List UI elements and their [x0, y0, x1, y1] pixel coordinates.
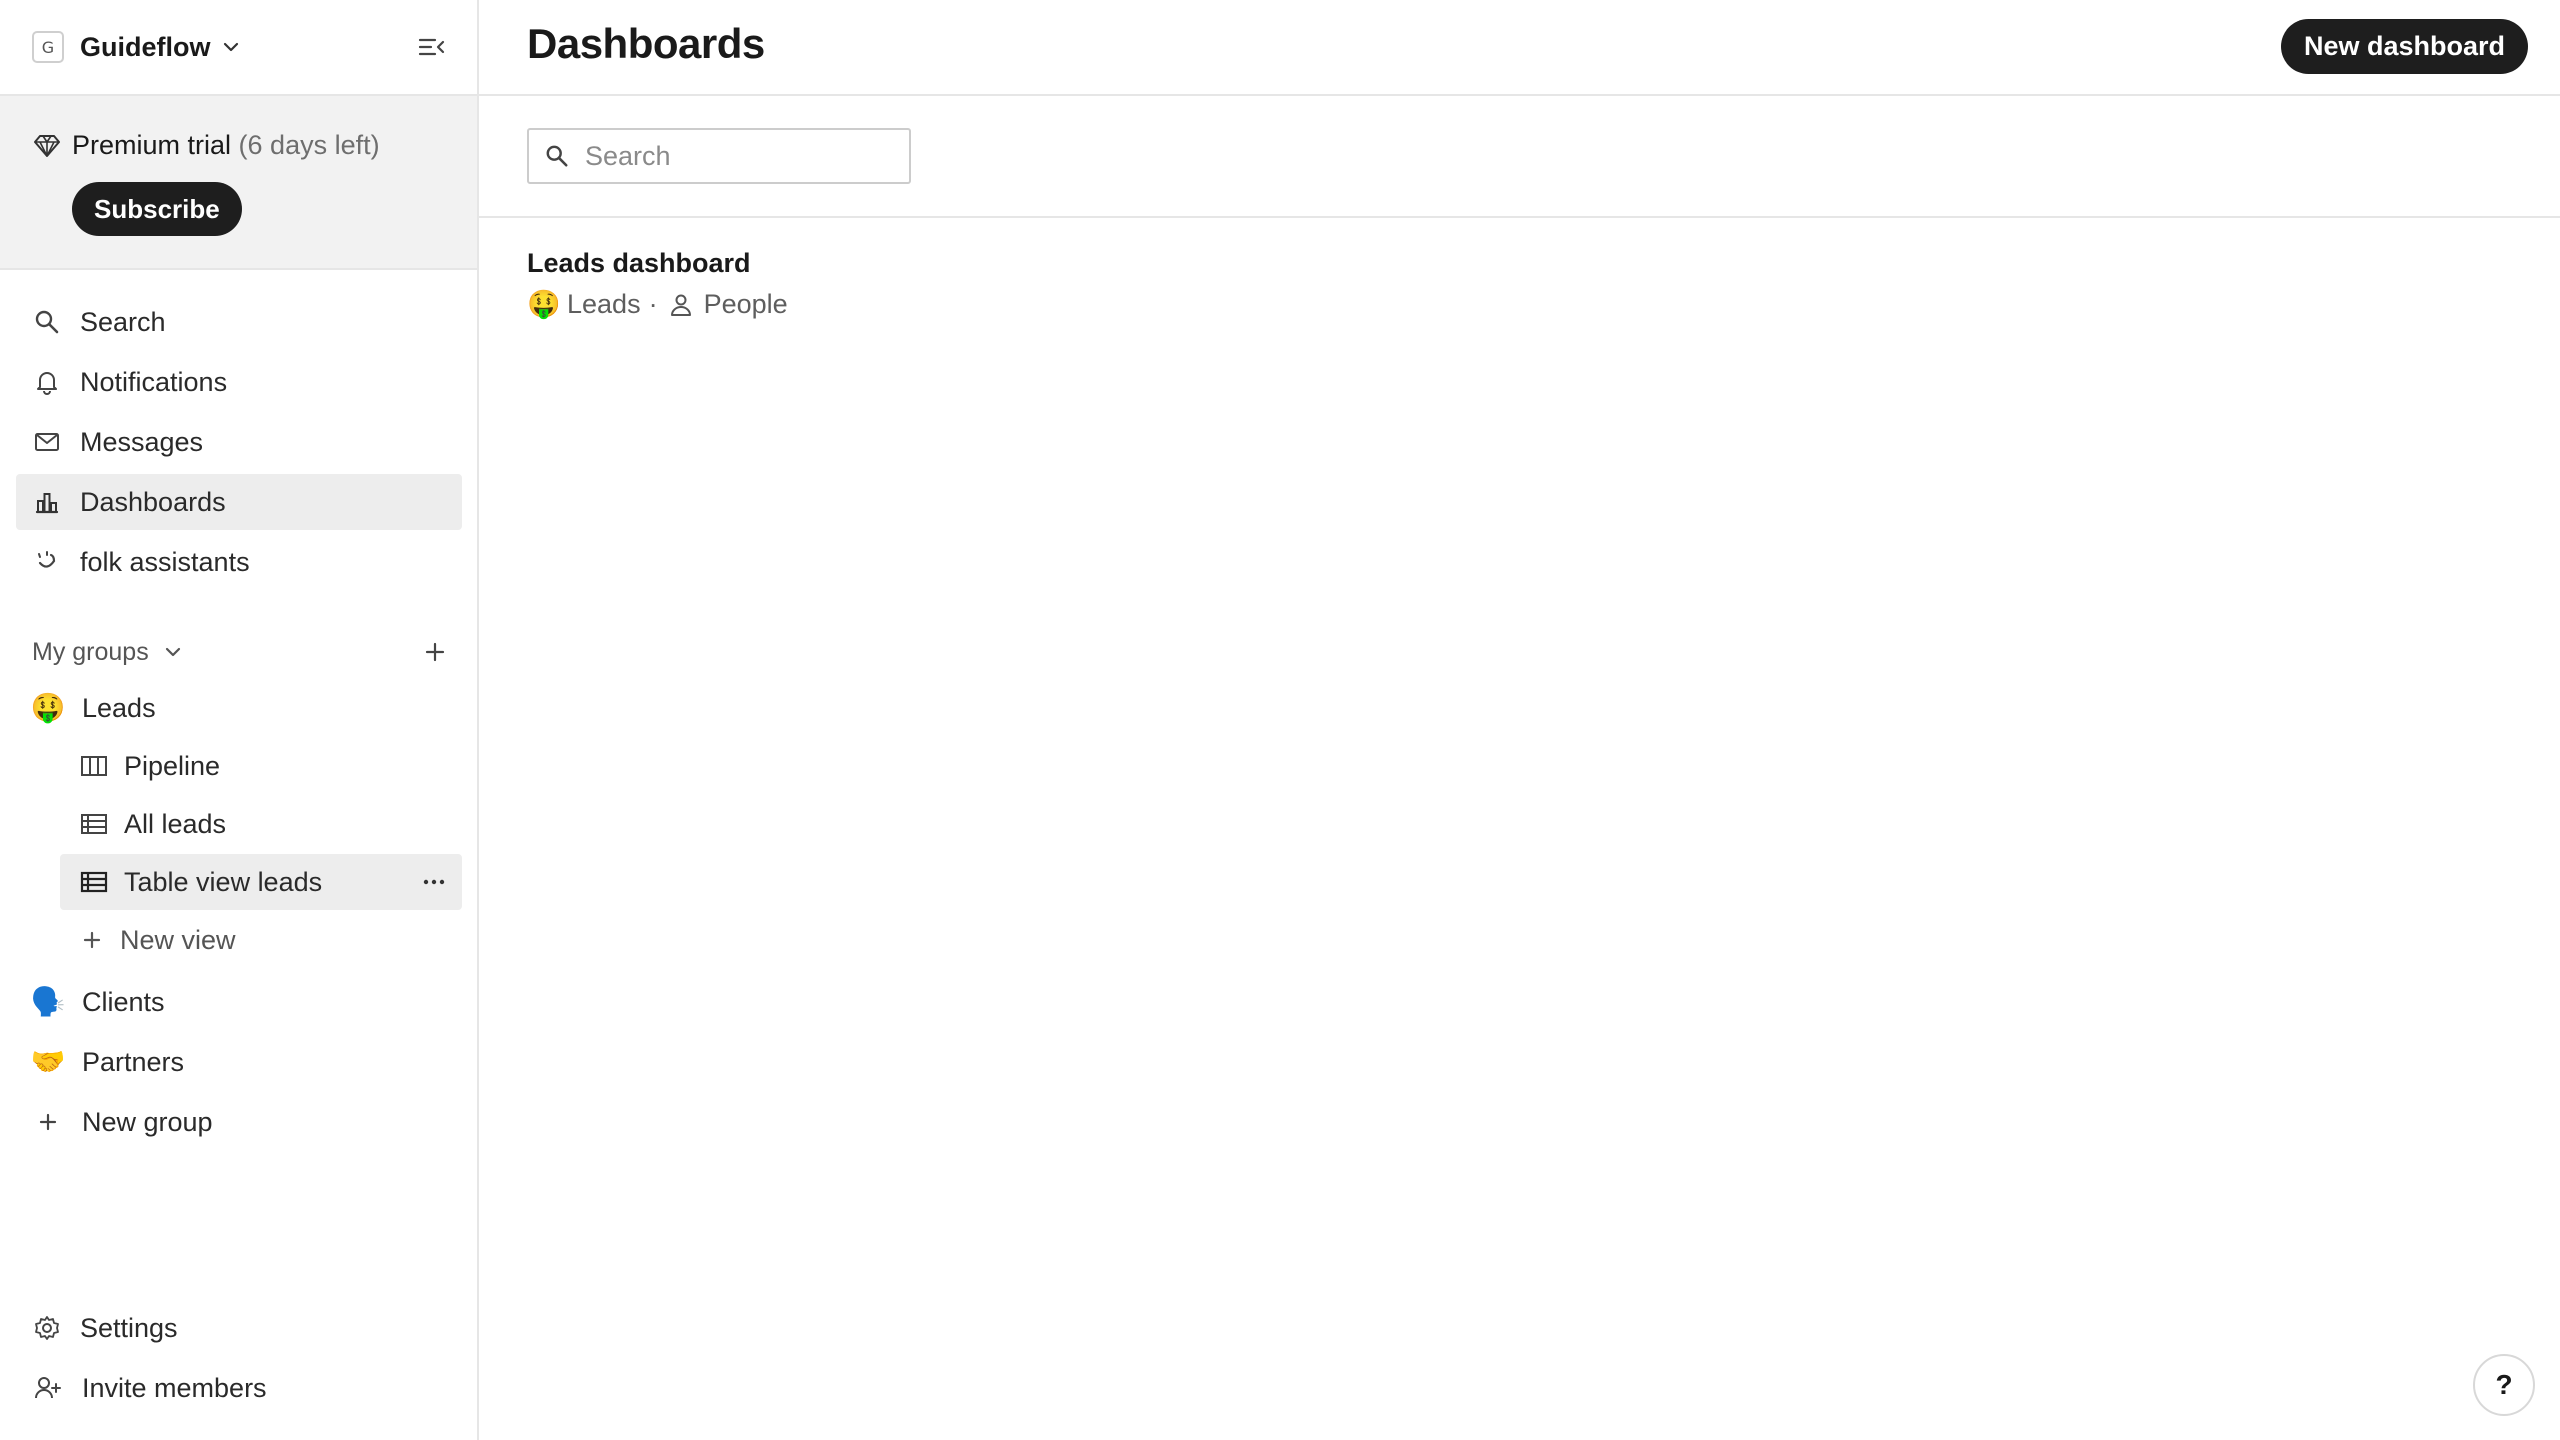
page-title: Dashboards [527, 20, 765, 67]
main-content: Dashboards New dashboard Leads dashboard… [479, 0, 2560, 1440]
nav-messages[interactable]: Messages [16, 414, 462, 470]
new-group-label: New group [82, 1106, 213, 1137]
nav-settings-label: Settings [80, 1312, 178, 1343]
mail-icon [34, 429, 60, 455]
premium-trial-banner: Premium trial (6 days left) Subscribe [0, 94, 477, 270]
nav-dashboards[interactable]: Dashboards [16, 474, 462, 530]
my-groups-header[interactable]: My groups [32, 632, 452, 672]
new-view-button[interactable]: New view [60, 912, 462, 968]
sidebar: G Guideflow Premium trial (6 days left) … [0, 0, 479, 1440]
gear-icon [34, 1315, 60, 1341]
search-toolbar [479, 96, 2560, 218]
new-group-button[interactable]: New group [16, 1094, 462, 1150]
view-table-view-leads-label: Table view leads [124, 866, 323, 897]
add-group-icon[interactable] [423, 640, 447, 664]
workspace-name: Guideflow [80, 31, 211, 62]
nav-dashboards-label: Dashboards [80, 486, 226, 517]
dashboard-group: Leads [567, 289, 641, 319]
view-all-leads-label: All leads [124, 808, 227, 839]
trial-days-left: (6 days left) [238, 130, 380, 160]
plus-icon [30, 1110, 66, 1134]
view-pipeline-label: Pipeline [124, 750, 221, 781]
group-leads-label: Leads [82, 692, 156, 723]
bell-icon [34, 369, 60, 395]
person-icon [670, 293, 692, 317]
workspace-logo: G [32, 31, 64, 63]
nav-messages-label: Messages [80, 426, 204, 457]
chevron-down-icon [221, 37, 241, 57]
search-icon [545, 144, 569, 168]
nav-search[interactable]: Search [16, 294, 462, 350]
group-partners[interactable]: 🤝 Partners [16, 1034, 462, 1090]
dashboard-object: People [703, 289, 788, 319]
nav-search-label: Search [80, 306, 166, 337]
plus-icon [80, 928, 104, 952]
handshake-emoji-icon: 🤝 [30, 1046, 66, 1077]
search-icon [34, 309, 60, 335]
group-leads[interactable]: 🤑 Leads [16, 680, 462, 736]
trial-status: Premium trial (6 days left) [72, 130, 380, 161]
dashboard-meta: 🤑 Leads · People [527, 289, 788, 320]
workspace-switcher[interactable]: G Guideflow [0, 0, 477, 94]
group-partners-label: Partners [82, 1046, 185, 1077]
nav-assistants[interactable]: folk assistants [16, 534, 462, 590]
assistant-icon [34, 549, 60, 575]
chevron-down-icon [163, 642, 183, 662]
my-groups-label: My groups [32, 637, 149, 666]
search-input[interactable] [585, 136, 905, 176]
nav-invite-members[interactable]: Invite members [16, 1360, 462, 1416]
view-table-view-leads[interactable]: Table view leads [60, 854, 462, 910]
subscribe-button[interactable]: Subscribe [72, 182, 242, 236]
trial-label: Premium trial [72, 130, 232, 160]
more-options-icon[interactable] [422, 872, 446, 892]
group-clients[interactable]: 🗣️ Clients [16, 974, 462, 1030]
nav-notifications[interactable]: Notifications [16, 354, 462, 410]
dashboard-title: Leads dashboard [527, 248, 751, 278]
nav-assistants-label: folk assistants [80, 546, 250, 577]
group-clients-label: Clients [82, 986, 165, 1017]
new-dashboard-button[interactable]: New dashboard [2280, 19, 2528, 74]
view-pipeline[interactable]: Pipeline [60, 738, 462, 794]
table-icon [80, 812, 108, 836]
table-icon [80, 870, 108, 894]
meta-separator: · [648, 289, 658, 319]
kanban-icon [80, 754, 108, 778]
nav-settings[interactable]: Settings [16, 1300, 462, 1356]
bar-chart-icon [34, 489, 60, 515]
view-all-leads[interactable]: All leads [60, 796, 462, 852]
add-user-icon [34, 1375, 62, 1401]
help-button[interactable]: ? [2473, 1354, 2535, 1416]
money-face-emoji-icon: 🤑 [527, 289, 561, 319]
dashboard-list-item[interactable]: Leads dashboard 🤑 Leads · People [527, 248, 788, 320]
money-face-emoji-icon: 🤑 [30, 692, 66, 723]
search-field[interactable] [527, 128, 911, 184]
page-header: Dashboards New dashboard [479, 0, 2560, 96]
nav-invite-members-label: Invite members [82, 1372, 267, 1403]
collapse-sidebar-icon[interactable] [417, 32, 447, 62]
new-view-label: New view [120, 924, 236, 955]
nav-notifications-label: Notifications [80, 366, 228, 397]
diamond-icon [34, 134, 60, 158]
speaking-head-emoji-icon: 🗣️ [30, 986, 66, 1017]
